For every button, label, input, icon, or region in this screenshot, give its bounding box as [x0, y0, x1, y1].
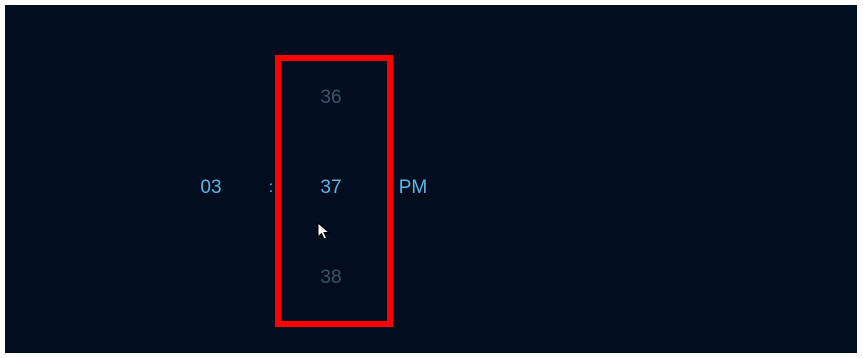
time-separator: :: [268, 179, 274, 196]
am-pm-value[interactable]: PM: [399, 177, 428, 199]
time-picker-panel: [5, 5, 857, 353]
minute-previous-option[interactable]: 36: [320, 87, 341, 109]
minute-next-option[interactable]: 38: [320, 267, 341, 289]
hour-value[interactable]: 03: [200, 177, 221, 199]
minute-selected-value[interactable]: 37: [320, 177, 341, 199]
mouse-pointer-icon: [317, 222, 331, 240]
